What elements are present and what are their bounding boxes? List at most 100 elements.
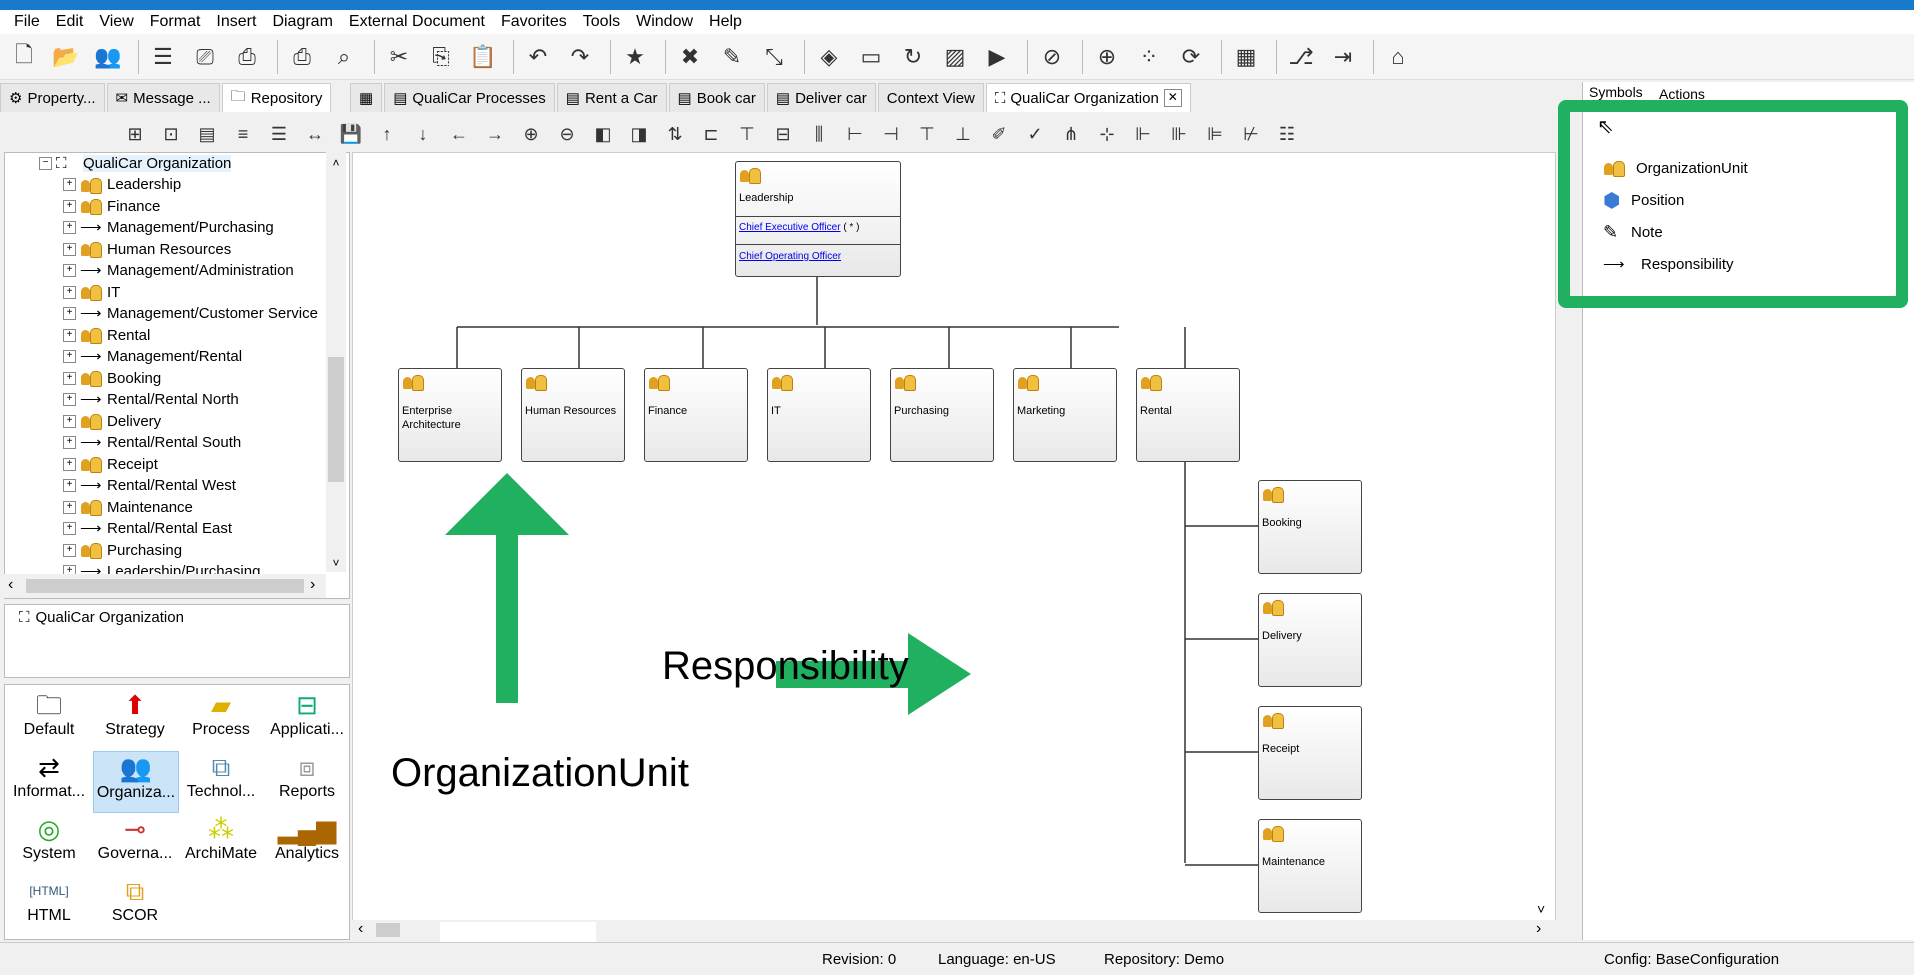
layout-a-icon[interactable]: ⊩ bbox=[1128, 119, 1158, 149]
expand-icon[interactable]: + bbox=[63, 522, 76, 535]
align-left-icon[interactable]: ⊢ bbox=[840, 119, 870, 149]
add-child-icon[interactable]: ⊹ bbox=[1092, 119, 1122, 149]
align-top-icon[interactable]: ⊤ bbox=[732, 119, 762, 149]
format-painter-icon[interactable]: ✐ bbox=[984, 119, 1014, 149]
menu-window[interactable]: Window bbox=[628, 10, 701, 34]
align-middle-icon[interactable]: ⊟ bbox=[768, 119, 798, 149]
expand-icon[interactable]: + bbox=[63, 500, 76, 514]
palette-process[interactable]: ▰ Process bbox=[179, 689, 263, 749]
grid-icon[interactable]: ▦ bbox=[1228, 39, 1264, 75]
tree-layout-icon[interactable]: ⋔ bbox=[1056, 119, 1086, 149]
palette-strategy[interactable]: ⬆ Strategy bbox=[93, 689, 177, 749]
tab-context-view[interactable]: Context View bbox=[877, 83, 984, 112]
monitor-out-icon[interactable]: ⎙ bbox=[229, 39, 265, 75]
close-icon[interactable]: ✕ bbox=[1163, 89, 1182, 107]
zoom-in-icon[interactable]: ⊕ bbox=[516, 119, 546, 149]
scroll-thumb[interactable] bbox=[376, 923, 400, 937]
fill-icon[interactable]: ◈ bbox=[811, 39, 847, 75]
menu-file[interactable]: File bbox=[6, 10, 48, 34]
menu-edit[interactable]: Edit bbox=[48, 10, 92, 34]
tree-item[interactable]: + Purchasing bbox=[63, 540, 182, 561]
tab-message[interactable]: ✉ Message ... bbox=[106, 83, 220, 112]
print-icon[interactable]: ⎙ bbox=[284, 39, 320, 75]
send-back-icon[interactable]: ◨ bbox=[624, 119, 654, 149]
tree-item[interactable]: + Finance bbox=[63, 196, 160, 217]
open-folder-icon[interactable]: 📂 bbox=[48, 39, 84, 75]
edit-doc-icon[interactable]: ✎ bbox=[714, 39, 750, 75]
tree-item[interactable]: + ⟶ Rental/Rental East bbox=[63, 518, 232, 539]
expand-icon[interactable]: + bbox=[63, 350, 76, 363]
expand-icon[interactable]: + bbox=[63, 242, 76, 256]
play-icon[interactable]: ▶ bbox=[979, 39, 1015, 75]
palette-scor[interactable]: ⧉ SCOR bbox=[93, 875, 177, 935]
properties-icon[interactable]: ▤ bbox=[192, 119, 222, 149]
tree-horizontal-scrollbar[interactable]: ‹ › bbox=[4, 574, 326, 598]
sync-icon[interactable]: ⟳ bbox=[1173, 39, 1209, 75]
menu-external-document[interactable]: External Document bbox=[341, 10, 493, 34]
arrow-right-icon[interactable]: → bbox=[480, 119, 510, 149]
new-file-icon[interactable]: 🗋 bbox=[6, 39, 42, 75]
palette-technology[interactable]: ⧉ Technol... bbox=[179, 751, 263, 811]
refresh-icon[interactable]: ↻ bbox=[895, 39, 931, 75]
expand-icon[interactable]: + bbox=[63, 178, 76, 191]
delete-icon[interactable]: ✖ bbox=[672, 39, 708, 75]
palette-archimate[interactable]: ⁂ ArchiMate bbox=[179, 813, 263, 873]
palette-organization[interactable]: 👥 Organiza... bbox=[93, 751, 179, 813]
horizontal-arrows-icon[interactable]: ↔ bbox=[300, 119, 330, 149]
tree-item[interactable]: + Delivery bbox=[63, 411, 161, 432]
layout-b-icon[interactable]: ⊪ bbox=[1164, 119, 1194, 149]
palette-governance[interactable]: ⊸ Governa... bbox=[93, 813, 177, 873]
arrow-down-icon[interactable]: ↓ bbox=[408, 119, 438, 149]
align-top2-icon[interactable]: ⊤ bbox=[912, 119, 942, 149]
align-center-icon[interactable]: ⫼ bbox=[804, 119, 834, 149]
palette-analytics[interactable]: ▂▄▆ Analytics bbox=[265, 813, 349, 873]
attach-icon[interactable]: ⎇ bbox=[1283, 39, 1319, 75]
shape-icon[interactable]: ▭ bbox=[853, 39, 889, 75]
canvas-scroll-down-icon[interactable]: ˅ bbox=[1537, 901, 1545, 917]
tree-item[interactable]: + Receipt bbox=[63, 454, 158, 475]
palette-application[interactable]: ⊟ Applicati... bbox=[265, 689, 349, 749]
expand-icon[interactable]: + bbox=[63, 393, 76, 406]
list-icon[interactable]: ☰ bbox=[264, 119, 294, 149]
scroll-thumb[interactable] bbox=[26, 579, 304, 593]
tree-item[interactable]: + ⟶ Rental/Rental South bbox=[63, 432, 241, 453]
tree-item[interactable]: + Booking bbox=[63, 368, 161, 389]
help-list-icon[interactable]: ≡ bbox=[228, 119, 258, 149]
expand-icon[interactable]: + bbox=[63, 414, 76, 428]
palette-information[interactable]: ⇄ Informat... bbox=[7, 751, 91, 811]
palette-default[interactable]: 🗀 Default bbox=[7, 689, 91, 749]
expand-icon[interactable]: + bbox=[63, 543, 76, 557]
tab-property[interactable]: ⚙ Property... bbox=[0, 83, 105, 112]
menu-diagram[interactable]: Diagram bbox=[264, 10, 340, 34]
collapse-icon[interactable]: − bbox=[39, 157, 52, 170]
list-icon[interactable]: ☰ bbox=[145, 39, 181, 75]
tab-rent-a-car[interactable]: ▤ Rent a Car bbox=[556, 83, 667, 112]
expand-icon[interactable]: + bbox=[63, 285, 76, 299]
nodes-icon[interactable]: ⁘ bbox=[1131, 39, 1167, 75]
tree-item[interactable]: + ⟶ Management/Administration bbox=[63, 260, 294, 281]
tree-root[interactable]: − ⛶ QualiCar Organization bbox=[39, 153, 232, 174]
expand-icon[interactable]: + bbox=[63, 479, 76, 492]
arrow-left-icon[interactable]: ← bbox=[444, 119, 474, 149]
arrow-up-icon[interactable]: ↑ bbox=[372, 119, 402, 149]
align-bottom-icon[interactable]: ⊥ bbox=[948, 119, 978, 149]
undo-icon[interactable]: ↶ bbox=[520, 39, 556, 75]
expand-icon[interactable]: + bbox=[63, 264, 76, 277]
tree-item[interactable]: + Maintenance bbox=[63, 497, 193, 518]
expand-icon[interactable]: + bbox=[63, 371, 76, 385]
expand-icon[interactable]: + bbox=[63, 221, 76, 234]
layout-d-icon[interactable]: ⊬ bbox=[1236, 119, 1266, 149]
zoom-out-icon[interactable]: ⊖ bbox=[552, 119, 582, 149]
properties-item[interactable]: ⛶ QualiCar Organization bbox=[19, 607, 184, 628]
palette-reports[interactable]: ⧈ Reports bbox=[265, 751, 349, 811]
tab-qualicar-organization[interactable]: ⛶ QualiCar Organization ✕ bbox=[985, 83, 1191, 112]
stop-icon[interactable]: ⊘ bbox=[1034, 39, 1070, 75]
sort-icon[interactable]: ⇅ bbox=[660, 119, 690, 149]
tab-repository[interactable]: 🗀 Repository bbox=[221, 83, 332, 112]
tree-item[interactable]: + ⟶ Management/Rental bbox=[63, 346, 242, 367]
print-preview-icon[interactable]: ⌕ bbox=[326, 39, 362, 75]
expand-icon[interactable]: + bbox=[63, 307, 76, 320]
favorite-star-icon[interactable]: ★ bbox=[617, 39, 653, 75]
tree-item[interactable]: + IT bbox=[63, 282, 120, 303]
menu-view[interactable]: View bbox=[91, 10, 141, 34]
